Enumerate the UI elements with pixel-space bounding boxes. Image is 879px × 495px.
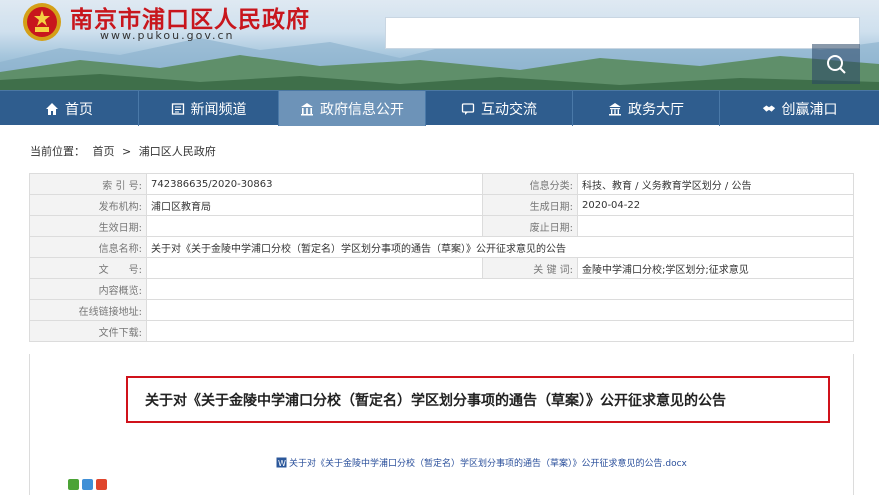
expire-date-label: 废止日期: bbox=[482, 215, 578, 237]
index-no-value: 742386635/2020-30863 bbox=[146, 173, 483, 195]
home-icon bbox=[45, 102, 59, 116]
chat-icon bbox=[461, 102, 475, 116]
nav-item-gov-info[interactable]: 政府信息公开 bbox=[279, 91, 425, 126]
nav-label: 政府信息公开 bbox=[320, 101, 404, 118]
nav-label: 互动交流 bbox=[481, 101, 537, 118]
breadcrumb-separator: > bbox=[122, 145, 132, 158]
expire-date-value bbox=[577, 215, 854, 237]
online-link-label: 在线链接地址: bbox=[29, 299, 147, 321]
doc-no-label: 文 号: bbox=[29, 257, 147, 279]
attachment-link[interactable]: W 关于对《关于金陵中学浦口分校（暂定名）学区划分事项的通告（草案）》公开征求意… bbox=[276, 456, 687, 469]
gov-info-icon bbox=[300, 102, 314, 116]
breadcrumb-link-home[interactable]: 首页 bbox=[93, 145, 115, 158]
document-info-table: 索 引 号: 742386635/2020-30863 信息分类: 科技、教育 … bbox=[29, 173, 854, 342]
nav-item-home[interactable]: 首页 bbox=[0, 91, 138, 126]
nav-label: 创赢浦口 bbox=[781, 101, 838, 118]
table-row: 发布机构: 浦口区教育局 生成日期: 2020-04-22 bbox=[29, 194, 854, 216]
table-row: 文件下载: bbox=[29, 320, 854, 342]
info-name-label: 信息名称: bbox=[29, 236, 147, 258]
doc-no-value bbox=[146, 257, 483, 279]
headline-highlight-box: 关于对《关于金陵中学浦口分校（暂定名）学区划分事项的通告（草案）》公开征求意见的… bbox=[126, 376, 830, 423]
table-row: 信息名称: 关于对《关于金陵中学浦口分校（暂定名）学区划分事项的通告（草案）》公… bbox=[29, 236, 854, 258]
hall-icon bbox=[608, 102, 622, 116]
category-value: 科技、教育 / 义务教育学区划分 / 公告 bbox=[577, 173, 854, 195]
effective-date-value bbox=[146, 215, 483, 237]
wechat-share-icon[interactable] bbox=[68, 479, 79, 490]
file-download-label: 文件下载: bbox=[29, 320, 147, 342]
article-headline: 关于对《关于金陵中学浦口分校（暂定名）学区划分事项的通告（草案）》公开征求意见的… bbox=[145, 392, 726, 409]
info-name-value: 关于对《关于金陵中学浦口分校（暂定名）学区划分事项的通告（草案）》公开征求意见的… bbox=[146, 236, 854, 258]
publisher-value: 浦口区教育局 bbox=[146, 194, 483, 216]
nav-item-news[interactable]: 新闻频道 bbox=[139, 91, 278, 126]
nav-item-interaction[interactable]: 互动交流 bbox=[426, 91, 572, 126]
keywords-value: 金陵中学浦口分校;学区划分;征求意见 bbox=[577, 257, 854, 279]
word-doc-icon: W bbox=[276, 457, 287, 468]
file-download-value[interactable] bbox=[146, 320, 854, 342]
table-row: 内容概览: bbox=[29, 278, 854, 300]
header-banner: 南京市浦口区人民政府 www.pukou.gov.cn bbox=[0, 0, 879, 90]
generated-date-value: 2020-04-22 bbox=[577, 194, 854, 216]
site-url: www.pukou.gov.cn bbox=[100, 29, 235, 42]
breadcrumb-prefix: 当前位置： bbox=[30, 145, 85, 158]
online-link-value[interactable] bbox=[146, 299, 854, 321]
attachment-filename[interactable]: 关于对《关于金陵中学浦口分校（暂定名）学区划分事项的通告（草案）》公开征求意见的… bbox=[289, 456, 687, 469]
breadcrumb: 当前位置： 首页 > 浦口区人民政府 bbox=[30, 143, 220, 159]
summary-value bbox=[146, 278, 854, 300]
share-toolbar bbox=[68, 479, 107, 490]
table-row: 生效日期: 废止日期: bbox=[29, 215, 854, 237]
svg-text:W: W bbox=[278, 459, 286, 468]
table-row: 在线链接地址: bbox=[29, 299, 854, 321]
national-emblem-icon bbox=[22, 2, 62, 42]
search-input[interactable] bbox=[385, 17, 860, 49]
qzone-share-icon[interactable] bbox=[82, 479, 93, 490]
generated-date-label: 生成日期: bbox=[482, 194, 578, 216]
handshake-icon bbox=[762, 102, 776, 116]
table-row: 索 引 号: 742386635/2020-30863 信息分类: 科技、教育 … bbox=[29, 173, 854, 195]
category-label: 信息分类: bbox=[482, 173, 578, 195]
index-no-label: 索 引 号: bbox=[29, 173, 147, 195]
nav-item-invest[interactable]: 创赢浦口 bbox=[720, 91, 879, 126]
keywords-label: 关 键 词: bbox=[482, 257, 578, 279]
nav-item-service-hall[interactable]: 政务大厅 bbox=[573, 91, 719, 126]
breadcrumb-link-district[interactable]: 浦口区人民政府 bbox=[139, 145, 216, 158]
search-button[interactable] bbox=[812, 44, 860, 84]
news-icon bbox=[171, 102, 185, 116]
publisher-label: 发布机构: bbox=[29, 194, 147, 216]
effective-date-label: 生效日期: bbox=[29, 215, 147, 237]
search-icon bbox=[827, 55, 846, 74]
nav-label: 首页 bbox=[65, 101, 93, 118]
weibo-share-icon[interactable] bbox=[96, 479, 107, 490]
nav-label: 政务大厅 bbox=[628, 101, 684, 118]
nav-label: 新闻频道 bbox=[190, 101, 247, 118]
table-row: 文 号: 关 键 词: 金陵中学浦口分校;学区划分;征求意见 bbox=[29, 257, 854, 279]
summary-label: 内容概览: bbox=[29, 278, 147, 300]
main-nav: 首页 新闻频道 政府信息公开 互动交流 政务大厅 创赢浦口 bbox=[0, 90, 879, 126]
